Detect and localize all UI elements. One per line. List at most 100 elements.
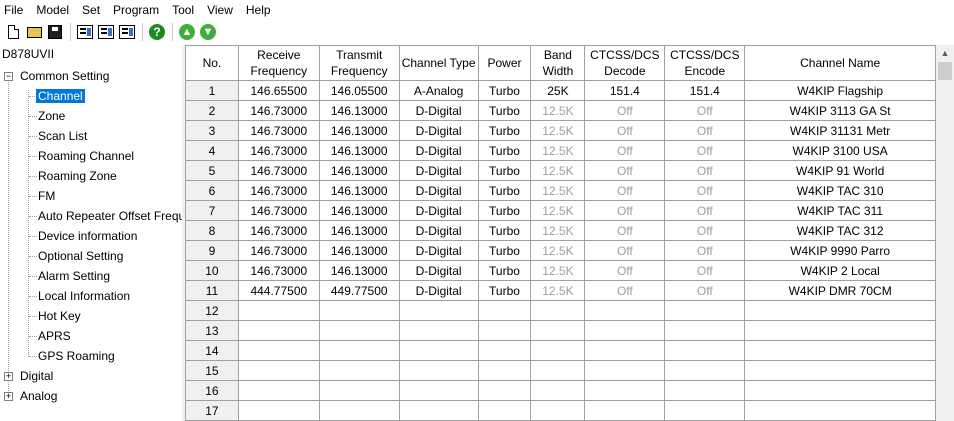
cell-ctcss-decode[interactable]: Off: [584, 180, 666, 201]
table-row[interactable]: 3 146.73000 146.13000 D-Digital Turbo 12.5K Of…: [185, 120, 936, 141]
cell-ctcss-encode[interactable]: [664, 400, 746, 421]
tree-item-auto-repeater-offset-frequer[interactable]: Auto Repeater Offset Frequer: [38, 207, 182, 225]
cell-channel-type[interactable]: D-Digital: [398, 240, 479, 261]
cell-channel-name[interactable]: W4KIP 2 Local: [744, 260, 936, 281]
tree-node-common-setting[interactable]: Common Setting: [20, 67, 109, 85]
cell-receive-frequency[interactable]: 146.73000: [237, 200, 320, 221]
collapse-icon[interactable]: −: [4, 72, 13, 81]
tree-item-channel[interactable]: Channel: [36, 87, 85, 105]
cell-no[interactable]: 9: [185, 240, 239, 261]
cell-channel-name[interactable]: [744, 300, 936, 321]
cell-channel-name[interactable]: W4KIP 31131 Metr: [744, 120, 936, 141]
cell-band-width[interactable]: [530, 360, 586, 381]
cell-no[interactable]: 2: [185, 100, 239, 121]
cell-power[interactable]: [477, 340, 532, 361]
cell-ctcss-decode[interactable]: Off: [584, 140, 666, 161]
tree-item-aprs[interactable]: APRS: [38, 327, 71, 345]
cell-transmit-frequency[interactable]: [318, 400, 400, 421]
cell-receive-frequency[interactable]: 444.77500: [237, 280, 320, 301]
table-row[interactable]: 13: [185, 320, 936, 341]
tree-root[interactable]: D878UVII: [2, 45, 54, 63]
expand-icon[interactable]: +: [4, 372, 13, 381]
col-header-ctcss-encode[interactable]: CTCSS/DCS Encode: [664, 45, 746, 81]
tree-node-analog[interactable]: Analog: [20, 387, 57, 405]
vertical-scrollbar[interactable]: ▲: [936, 45, 954, 421]
cell-power[interactable]: [477, 360, 532, 381]
cell-band-width[interactable]: [530, 400, 586, 421]
cell-ctcss-encode[interactable]: Off: [664, 160, 746, 181]
cell-band-width[interactable]: [530, 380, 586, 401]
cell-transmit-frequency[interactable]: [318, 320, 400, 341]
cell-band-width[interactable]: 12.5K: [530, 280, 586, 301]
help-button[interactable]: ?: [147, 22, 167, 42]
cell-ctcss-encode[interactable]: 151.4: [664, 80, 746, 101]
cell-receive-frequency[interactable]: 146.73000: [237, 180, 320, 201]
cell-no[interactable]: 13: [185, 320, 239, 341]
cell-no[interactable]: 15: [185, 360, 239, 381]
cell-channel-type[interactable]: [398, 320, 479, 341]
table-row[interactable]: 1 146.65500 146.05500 A-Analog Turbo 25K 151.4…: [185, 80, 936, 101]
cell-power[interactable]: Turbo: [477, 160, 532, 181]
cell-receive-frequency[interactable]: 146.73000: [237, 120, 320, 141]
cell-no[interactable]: 7: [185, 200, 239, 221]
cell-receive-frequency[interactable]: [237, 380, 320, 401]
cell-transmit-frequency[interactable]: [318, 340, 400, 361]
cell-no[interactable]: 17: [185, 400, 239, 421]
tree-node-digital[interactable]: Digital: [20, 367, 53, 385]
cell-no[interactable]: 5: [185, 160, 239, 181]
cell-channel-type[interactable]: D-Digital: [398, 260, 479, 281]
cell-channel-name[interactable]: W4KIP 91 World: [744, 160, 936, 181]
cell-receive-frequency[interactable]: 146.65500: [237, 80, 320, 101]
table-row[interactable]: 5 146.73000 146.13000 D-Digital Turbo 12.5K Of…: [185, 160, 936, 181]
cell-power[interactable]: [477, 320, 532, 341]
cell-power[interactable]: [477, 400, 532, 421]
cell-channel-type[interactable]: D-Digital: [398, 120, 479, 141]
cell-band-width[interactable]: 12.5K: [530, 140, 586, 161]
cell-power[interactable]: Turbo: [477, 120, 532, 141]
radio-settings-button[interactable]: [117, 22, 137, 42]
cell-ctcss-encode[interactable]: Off: [664, 220, 746, 241]
table-row[interactable]: 11 444.77500 449.77500 D-Digital Turbo 12.5K O…: [185, 280, 936, 301]
cell-ctcss-encode[interactable]: Off: [664, 260, 746, 281]
col-header-band-width[interactable]: Band Width: [530, 45, 586, 81]
cell-channel-type[interactable]: A-Analog: [398, 80, 479, 101]
tree-item-zone[interactable]: Zone: [38, 107, 65, 125]
cell-channel-name[interactable]: [744, 320, 936, 341]
cell-power[interactable]: Turbo: [477, 220, 532, 241]
cell-transmit-frequency[interactable]: 146.13000: [318, 200, 400, 221]
cell-no[interactable]: 14: [185, 340, 239, 361]
col-header-transmit-frequency[interactable]: Transmit Frequency: [318, 45, 400, 81]
scroll-up-icon[interactable]: ▲: [936, 45, 954, 62]
tree-item-fm[interactable]: FM: [38, 187, 55, 205]
cell-ctcss-encode[interactable]: [664, 360, 746, 381]
cell-band-width[interactable]: 12.5K: [530, 120, 586, 141]
cell-ctcss-decode[interactable]: [584, 300, 666, 321]
tree-item-gps-roaming[interactable]: GPS Roaming: [38, 347, 115, 365]
cell-channel-name[interactable]: W4KIP TAC 310: [744, 180, 936, 201]
cell-ctcss-decode[interactable]: [584, 380, 666, 401]
cell-channel-name[interactable]: W4KIP TAC 312: [744, 220, 936, 241]
cell-band-width[interactable]: 12.5K: [530, 220, 586, 241]
cell-transmit-frequency[interactable]: 146.13000: [318, 120, 400, 141]
cell-band-width[interactable]: 12.5K: [530, 160, 586, 181]
cell-channel-name[interactable]: W4KIP 9990 Parro: [744, 240, 936, 261]
cell-ctcss-encode[interactable]: Off: [664, 100, 746, 121]
cell-receive-frequency[interactable]: 146.73000: [237, 160, 320, 181]
cell-power[interactable]: Turbo: [477, 240, 532, 261]
cell-ctcss-decode[interactable]: 151.4: [584, 80, 666, 101]
cell-channel-type[interactable]: D-Digital: [398, 140, 479, 161]
table-row[interactable]: 6 146.73000 146.13000 D-Digital Turbo 12.5K Of…: [185, 180, 936, 201]
cell-channel-type[interactable]: D-Digital: [398, 160, 479, 181]
cell-ctcss-encode[interactable]: Off: [664, 140, 746, 161]
cell-receive-frequency[interactable]: 146.73000: [237, 140, 320, 161]
menu-program[interactable]: Program: [107, 0, 166, 20]
cell-no[interactable]: 10: [185, 260, 239, 281]
menu-set[interactable]: Set: [76, 0, 107, 20]
cell-channel-name[interactable]: W4KIP DMR 70CM: [744, 280, 936, 301]
cell-receive-frequency[interactable]: 146.73000: [237, 220, 320, 241]
table-row[interactable]: 7 146.73000 146.13000 D-Digital Turbo 12.5K Of…: [185, 200, 936, 221]
cell-transmit-frequency[interactable]: 146.13000: [318, 220, 400, 241]
cell-transmit-frequency[interactable]: [318, 300, 400, 321]
cell-ctcss-encode[interactable]: [664, 320, 746, 341]
cell-ctcss-decode[interactable]: Off: [584, 260, 666, 281]
